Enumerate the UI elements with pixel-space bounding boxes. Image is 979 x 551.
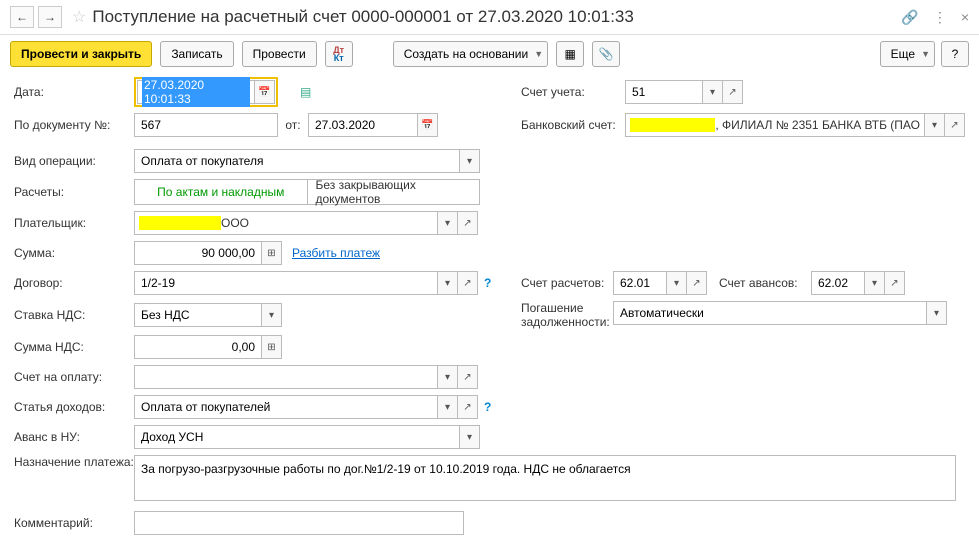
bank-account-input[interactable]: , ФИЛИАЛ № 2351 БАНКА ВТБ (ПАО <box>715 118 920 132</box>
open-icon[interactable]: ↗ <box>687 271 707 295</box>
dropdown-icon[interactable]: ▾ <box>703 80 723 104</box>
account-label: Счет учета: <box>521 85 625 99</box>
contract-label: Договор: <box>14 276 134 290</box>
dropdown-icon[interactable]: ▾ <box>438 395 458 419</box>
forward-button[interactable]: → <box>38 6 62 28</box>
dropdown-icon[interactable]: ▾ <box>460 149 480 173</box>
comment-label: Комментарий: <box>14 516 134 530</box>
debt-input[interactable] <box>618 305 922 321</box>
dropdown-icon[interactable]: ▾ <box>927 301 947 325</box>
from-label: от: <box>278 118 308 132</box>
vatrate-input[interactable] <box>139 307 257 323</box>
open-icon[interactable]: ↗ <box>945 113 965 137</box>
save-button[interactable]: Записать <box>160 41 233 67</box>
advnu-input[interactable] <box>139 429 455 445</box>
income-input[interactable] <box>139 399 433 415</box>
open-icon[interactable]: ↗ <box>885 271 905 295</box>
dropdown-icon[interactable]: ▾ <box>438 271 458 295</box>
dropdown-icon[interactable]: ▾ <box>460 425 480 449</box>
docdate-input[interactable] <box>313 117 413 133</box>
dtkt-button[interactable]: ДтКт <box>325 41 353 67</box>
bankacc-label: Банковский счет: <box>521 118 625 132</box>
vatrate-label: Ставка НДС: <box>14 308 134 322</box>
favorite-icon[interactable]: ☆ <box>72 7 86 27</box>
attach-button[interactable]: 📎 <box>592 41 620 67</box>
calc-label: Расчеты: <box>14 185 134 199</box>
invoice-input[interactable] <box>139 369 433 385</box>
help-icon[interactable]: ? <box>484 400 491 414</box>
dropdown-icon[interactable]: ▾ <box>925 113 945 137</box>
open-icon[interactable]: ↗ <box>458 365 478 389</box>
dropdown-icon[interactable]: ▾ <box>865 271 885 295</box>
dropdown-icon[interactable]: ▾ <box>438 365 458 389</box>
sum-label: Сумма: <box>14 246 134 260</box>
more-button[interactable]: Еще▼ <box>880 41 935 67</box>
debt-label: Погашение задолженности: <box>521 301 613 329</box>
create-based-button[interactable]: Создать на основании▼ <box>393 41 548 67</box>
advacc-label: Счет авансов: <box>719 276 811 290</box>
split-payment-link[interactable]: Разбить платеж <box>292 246 380 260</box>
date-input[interactable]: 27.03.2020 10:01:33 <box>142 77 250 107</box>
purpose-label: Назначение платежа: <box>14 455 134 469</box>
vatsum-label: Сумма НДС: <box>14 340 134 354</box>
struct-button[interactable]: ▦ <box>556 41 584 67</box>
dropdown-icon[interactable]: ▾ <box>262 303 282 327</box>
account-input[interactable] <box>630 84 698 100</box>
link-icon[interactable]: 🔗 <box>901 9 918 26</box>
payer-input[interactable]: ООО <box>221 216 249 230</box>
open-icon[interactable]: ↗ <box>458 395 478 419</box>
help-button[interactable]: ? <box>941 41 969 67</box>
comment-input[interactable] <box>139 515 459 531</box>
calc-seg-acts[interactable]: По актам и накладным <box>135 180 307 204</box>
purpose-textarea[interactable] <box>139 460 951 496</box>
calcacc-label: Счет расчетов: <box>521 276 613 290</box>
income-label: Статья доходов: <box>14 400 134 414</box>
bank-hidden <box>630 118 715 132</box>
open-icon[interactable]: ↗ <box>458 211 478 235</box>
vatsum-input[interactable] <box>139 339 257 355</box>
invoice-label: Счет на оплату: <box>14 370 134 384</box>
advnu-label: Аванс в НУ: <box>14 430 134 444</box>
calendar-icon[interactable]: 📅 <box>418 113 438 137</box>
contract-input[interactable] <box>139 275 433 291</box>
calculator-icon[interactable]: ⊞ <box>262 241 282 265</box>
payer-hidden <box>139 216 221 230</box>
advacc-input[interactable] <box>816 275 860 291</box>
docno-input[interactable] <box>139 117 273 133</box>
doc-icon[interactable]: ▤ <box>300 85 311 99</box>
page-title: Поступление на расчетный счет 0000-00000… <box>92 7 901 27</box>
dropdown-icon[interactable]: ▾ <box>667 271 687 295</box>
dropdown-icon[interactable]: ▾ <box>438 211 458 235</box>
calendar-icon[interactable]: 📅 <box>255 80 275 104</box>
help-icon[interactable]: ? <box>484 276 491 290</box>
calc-seg-noclosing[interactable]: Без закрывающих документов <box>307 180 480 204</box>
kebab-icon[interactable]: ⋮ <box>933 9 947 26</box>
post-close-button[interactable]: Провести и закрыть <box>10 41 152 67</box>
open-icon[interactable]: ↗ <box>458 271 478 295</box>
optype-input[interactable] <box>139 153 455 169</box>
optype-label: Вид операции: <box>14 154 134 168</box>
docno-label: По документу №: <box>14 118 134 132</box>
back-button[interactable]: ← <box>10 6 34 28</box>
open-icon[interactable]: ↗ <box>723 80 743 104</box>
calcacc-input[interactable] <box>618 275 662 291</box>
close-icon[interactable]: × <box>961 9 969 26</box>
payer-label: Плательщик: <box>14 216 134 230</box>
sum-input[interactable] <box>139 245 257 261</box>
date-label: Дата: <box>14 85 134 99</box>
calculator-icon[interactable]: ⊞ <box>262 335 282 359</box>
post-button[interactable]: Провести <box>242 41 317 67</box>
